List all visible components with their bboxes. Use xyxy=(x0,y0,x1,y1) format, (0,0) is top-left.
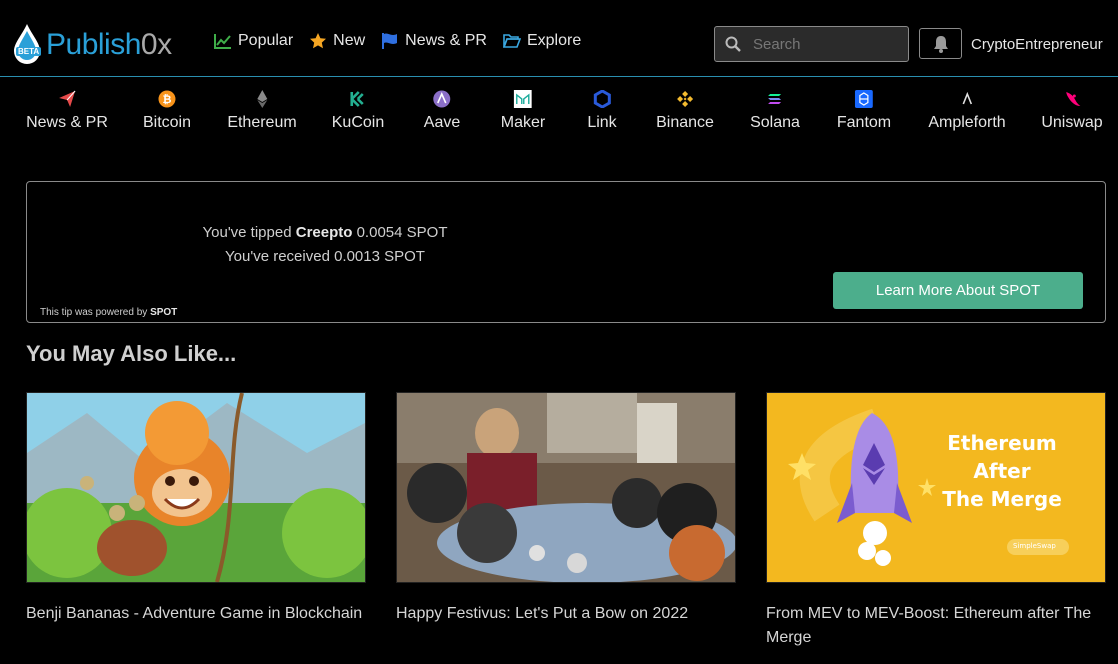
tipped-text: You've tipped Creepto 0.0054 SPOT xyxy=(202,224,448,241)
publish0x-logo[interactable]: BETA Publish0x xyxy=(10,20,172,70)
category-solana[interactable]: Solana xyxy=(750,86,800,132)
search-box[interactable] xyxy=(714,26,909,62)
user-menu[interactable]: CryptoEntrepreneur xyxy=(971,36,1111,53)
ampleforth-icon xyxy=(958,90,976,108)
svg-text:₿: ₿ xyxy=(163,93,172,106)
nav-popular[interactable]: Popular xyxy=(214,32,293,50)
article-title[interactable]: Benji Bananas - Adventure Game in Blockc… xyxy=(26,602,366,626)
fantom-icon xyxy=(855,90,873,108)
search-icon xyxy=(725,36,741,52)
binance-icon xyxy=(676,90,694,108)
section-title: You May Also Like... xyxy=(26,341,237,366)
article-thumbnail-festivus[interactable] xyxy=(396,392,736,583)
learn-more-spot-button[interactable]: Learn More About SPOT xyxy=(833,272,1083,309)
paper-plane-icon xyxy=(58,90,76,108)
article-thumbnail-benji[interactable] xyxy=(26,392,366,583)
bitcoin-icon: ₿ xyxy=(158,90,176,108)
ethereum-icon xyxy=(253,90,271,108)
top-navbar: BETA Publish0x Popular New News & PR Exp… xyxy=(0,0,1118,77)
nav-news-pr[interactable]: News & PR xyxy=(381,32,487,50)
image-headline: Ethereum After The Merge xyxy=(942,431,1062,511)
beta-badge: BETA xyxy=(16,47,42,56)
search-input[interactable] xyxy=(751,34,895,54)
maker-icon xyxy=(513,90,532,108)
bell-icon xyxy=(933,35,948,53)
chainlink-icon xyxy=(593,90,611,108)
uniswap-icon xyxy=(1063,90,1081,108)
article-thumbnail-merge[interactable]: Ethereum After The Merge SimpleSwap xyxy=(766,392,1106,583)
article-card[interactable]: Ethereum After The Merge SimpleSwap From… xyxy=(766,392,1106,650)
logo-drop-icon: BETA xyxy=(10,21,44,69)
category-link[interactable]: Link xyxy=(587,86,617,132)
category-ethereum[interactable]: Ethereum xyxy=(227,86,297,132)
aave-icon xyxy=(433,90,451,108)
flag-icon xyxy=(382,33,398,49)
category-news-pr[interactable]: News & PR xyxy=(26,86,108,132)
tip-panel: You've tipped Creepto 0.0054 SPOT You've… xyxy=(26,181,1106,323)
category-binance[interactable]: Binance xyxy=(656,86,714,132)
article-card[interactable]: Benji Bananas - Adventure Game in Blockc… xyxy=(26,392,366,626)
article-card[interactable]: Happy Festivus: Let's Put a Bow on 2022 xyxy=(396,392,736,626)
solana-icon xyxy=(766,90,784,108)
tipped-user-link[interactable]: Creepto xyxy=(296,224,353,241)
article-title[interactable]: Happy Festivus: Let's Put a Bow on 2022 xyxy=(396,602,736,626)
category-ampleforth[interactable]: Ampleforth xyxy=(928,86,1006,132)
received-text: You've received 0.0013 SPOT xyxy=(225,248,425,265)
category-bitcoin[interactable]: ₿ Bitcoin xyxy=(143,86,191,132)
category-uniswap[interactable]: Uniswap xyxy=(1041,86,1103,132)
kucoin-icon xyxy=(349,90,367,108)
category-maker[interactable]: Maker xyxy=(501,86,545,132)
notifications-button[interactable] xyxy=(919,28,962,59)
category-fantom[interactable]: Fantom xyxy=(837,86,891,132)
category-bar: News & PR ₿ Bitcoin Ethereum KuCoin Aave… xyxy=(0,86,1118,136)
logo-text: Publish0x xyxy=(46,28,172,61)
category-aave[interactable]: Aave xyxy=(424,86,460,132)
powered-by-text: This tip was powered by SPOT xyxy=(40,307,178,318)
chart-line-icon xyxy=(214,34,231,49)
category-kucoin[interactable]: KuCoin xyxy=(332,86,384,132)
nav-new[interactable]: New xyxy=(309,32,365,50)
folder-open-icon xyxy=(502,34,521,48)
article-title[interactable]: From MEV to MEV-Boost: Ethereum after Th… xyxy=(766,602,1106,650)
star-icon xyxy=(310,33,327,49)
simpleswap-badge: SimpleSwap xyxy=(1013,542,1056,550)
main-nav: Popular New News & PR Explore xyxy=(214,32,581,50)
nav-explore[interactable]: Explore xyxy=(502,32,581,50)
